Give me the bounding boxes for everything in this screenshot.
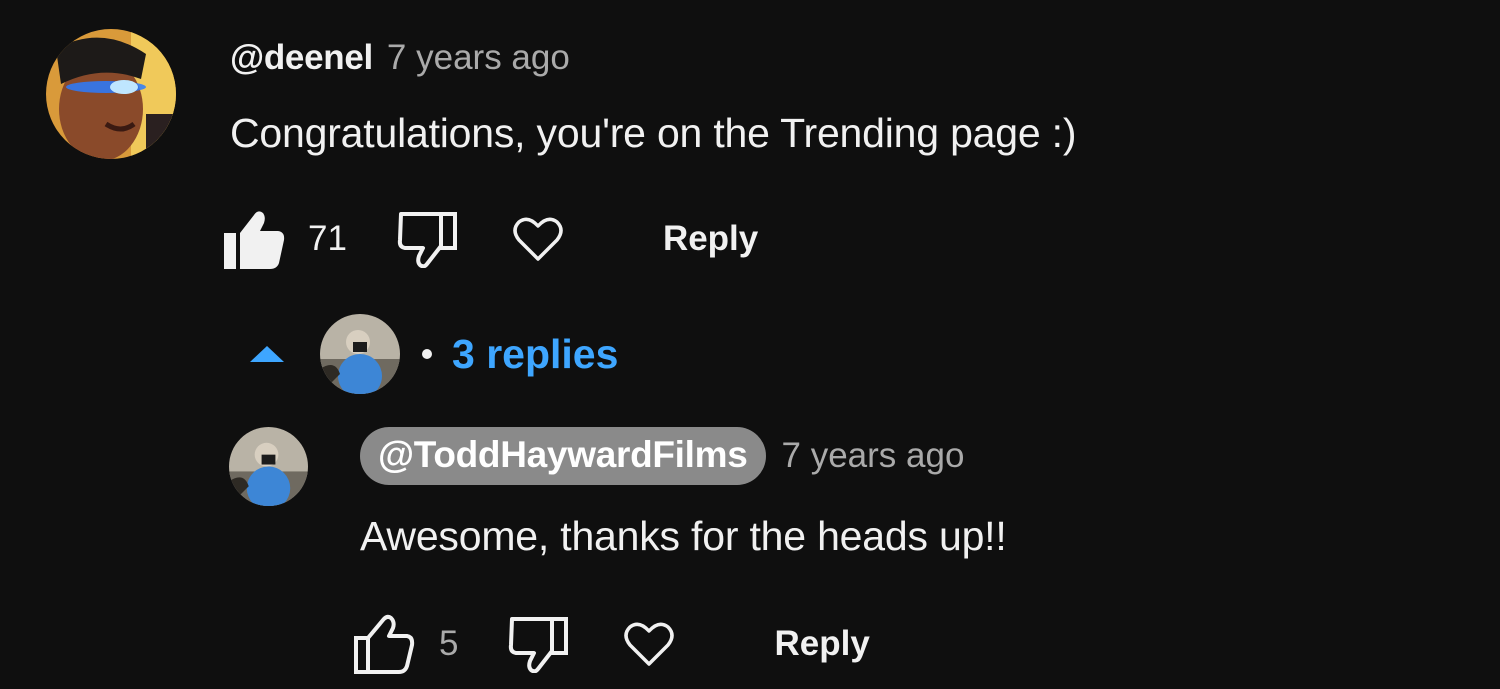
heart-icon[interactable]	[513, 216, 563, 262]
replier-avatar	[320, 314, 400, 394]
reply-header: @ToddHaywardFilms 7 years ago	[360, 427, 964, 485]
comment-text: Congratulations, you're on the Trending …	[230, 110, 1077, 156]
comment-header: @deenel 7 years ago	[230, 38, 570, 78]
thumbs-down-icon[interactable]	[397, 210, 459, 268]
author-handle[interactable]: @deenel	[230, 38, 373, 78]
reply-button[interactable]: Reply	[663, 219, 758, 259]
heart-icon[interactable]	[624, 621, 675, 667]
separator-dot	[422, 349, 432, 359]
creator-handle-badge[interactable]: @ToddHaywardFilms	[360, 427, 766, 485]
comment-actions: 71 Reply	[222, 206, 758, 272]
replies-toggle[interactable]: 3 replies	[250, 314, 618, 394]
reply-actions: 5 Reply	[353, 612, 870, 676]
replies-count[interactable]: 3 replies	[452, 331, 618, 378]
reply-timestamp[interactable]: 7 years ago	[782, 436, 965, 476]
thumbs-down-icon[interactable]	[508, 615, 570, 673]
reply-avatar[interactable]	[229, 427, 308, 506]
comment-thread: @deenel 7 years ago Congratulations, you…	[0, 0, 1500, 689]
timestamp[interactable]: 7 years ago	[387, 38, 570, 78]
thumbs-up-outline-icon[interactable]	[353, 614, 415, 674]
reply-like-count: 5	[439, 624, 459, 663]
avatar[interactable]	[46, 29, 176, 159]
caret-up-icon[interactable]	[250, 346, 284, 362]
thumbs-up-filled-icon[interactable]	[222, 209, 286, 269]
like-count: 71	[308, 219, 347, 258]
reply-button[interactable]: Reply	[774, 624, 869, 664]
reply-text: Awesome, thanks for the heads up!!	[360, 513, 1007, 559]
